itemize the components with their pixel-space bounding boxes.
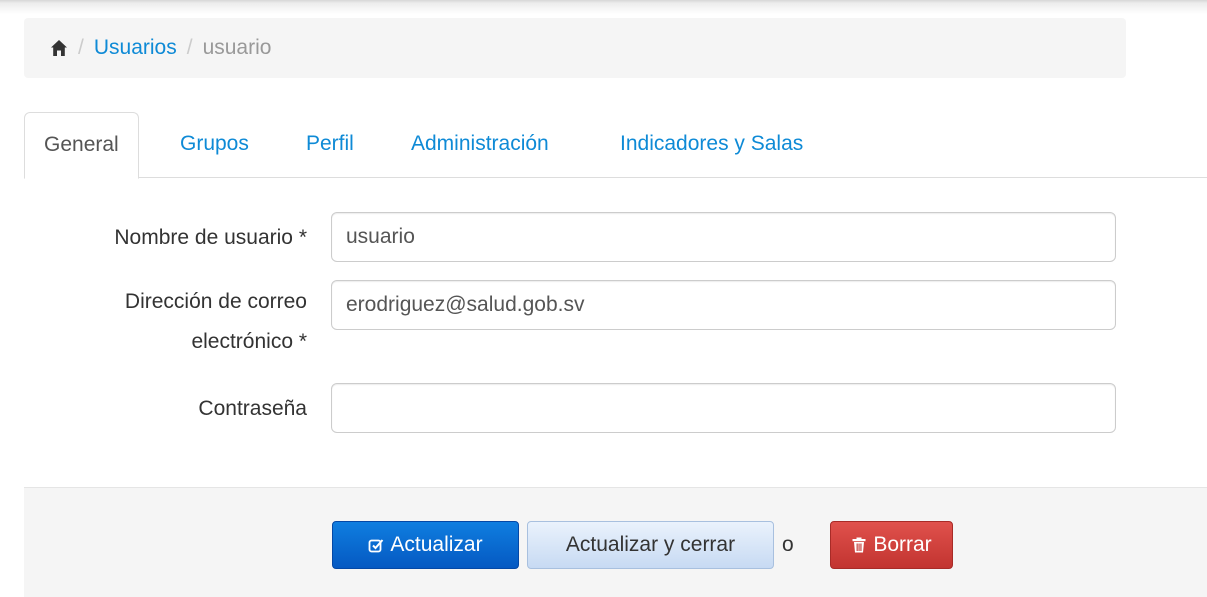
delete-button[interactable]: Borrar (830, 521, 953, 569)
tab-grupos[interactable]: Grupos (180, 112, 249, 178)
tab-general[interactable]: General (24, 112, 139, 179)
edit-check-icon (368, 539, 384, 553)
username-input[interactable] (331, 212, 1116, 262)
trash-icon (852, 537, 866, 553)
breadcrumb-separator: / (186, 36, 193, 59)
delete-button-label: Borrar (873, 533, 932, 556)
form-actions: Actualizar Actualizar y cerrar o Borrar (24, 487, 1207, 597)
email-input[interactable] (331, 280, 1116, 330)
password-label: Contraseña (198, 397, 307, 420)
or-text: o (782, 533, 794, 556)
username-label: Nombre de usuario * (114, 226, 307, 249)
password-input[interactable] (331, 383, 1116, 433)
top-shadow (0, 0, 1207, 14)
email-label-line1: Dirección de correo (124, 290, 307, 313)
email-label: Dirección de correo electrónico * (125, 287, 307, 357)
update-button-label: Actualizar (390, 533, 483, 556)
breadcrumb-current: usuario (202, 36, 272, 59)
tab-bar: General Grupos Perfil Administración Ind… (24, 112, 1207, 179)
breadcrumb: / Usuarios / usuario (24, 18, 1126, 78)
update-button[interactable]: Actualizar (332, 521, 519, 569)
email-label-line2: electrónico * (191, 330, 307, 353)
breadcrumb-separator: / (78, 36, 84, 59)
update-close-button[interactable]: Actualizar y cerrar (527, 521, 774, 569)
home-icon[interactable] (50, 39, 68, 57)
tab-indicadores-salas[interactable]: Indicadores y Salas (620, 112, 803, 178)
breadcrumb-link-usuarios[interactable]: Usuarios (94, 36, 177, 60)
tab-administracion[interactable]: Administración (411, 112, 549, 178)
tab-perfil[interactable]: Perfil (306, 112, 354, 178)
